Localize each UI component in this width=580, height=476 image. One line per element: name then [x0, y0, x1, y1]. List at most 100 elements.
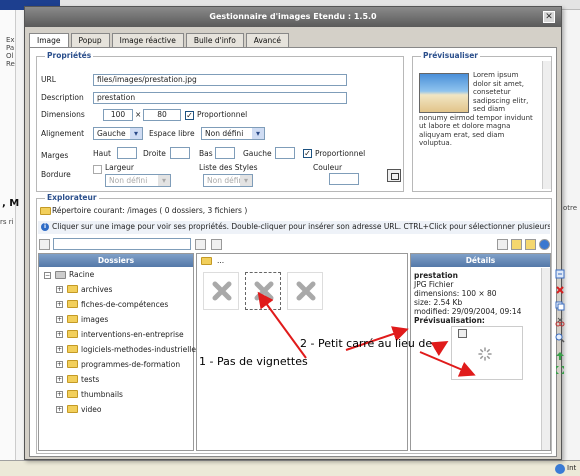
- folder-icon: [67, 345, 78, 353]
- color-input[interactable]: [329, 173, 359, 185]
- cut-icon[interactable]: [555, 317, 565, 327]
- upload-icon[interactable]: [525, 239, 536, 250]
- color-picker-button[interactable]: [387, 169, 401, 182]
- margin-top-input[interactable]: [117, 147, 137, 159]
- broken-image-icon: [212, 281, 232, 301]
- proportional-label: Proportionnel: [197, 110, 248, 119]
- files-panel: ...: [196, 253, 408, 451]
- tree-folder-item[interactable]: interventions-en-entreprise: [81, 329, 184, 340]
- dimensions-label: Dimensions: [41, 110, 85, 119]
- dialog-title: Gestionnaire d'images Etendu : 1.5.0: [25, 7, 561, 27]
- parent-folder-icon[interactable]: [201, 257, 212, 265]
- tree-folder-item[interactable]: tests: [81, 374, 99, 385]
- border-checkbox[interactable]: [93, 165, 102, 174]
- help-icon[interactable]: [539, 239, 550, 250]
- thumbnail-2[interactable]: [245, 272, 281, 310]
- description-input[interactable]: prestation: [93, 92, 347, 104]
- folder-icon: [67, 390, 78, 398]
- border-width-select[interactable]: Non défini: [105, 174, 171, 187]
- folder-icon: [40, 207, 51, 215]
- new-folder-icon[interactable]: [511, 239, 522, 250]
- tab-bar: Image Popup Image réactive Bulle d'info …: [29, 33, 291, 48]
- preview-text-line: aliquyam erat, sed diam: [419, 130, 505, 139]
- tab-advanced[interactable]: Avancé: [245, 33, 289, 47]
- margin-left-input[interactable]: [275, 147, 295, 159]
- background-text: otre: [563, 204, 578, 212]
- tree-folder-item[interactable]: logiciels-methodes-industrielle: [81, 344, 196, 355]
- spacing-label: Espace libre: [149, 129, 195, 138]
- tree-folder-item[interactable]: programmes-de-formation: [81, 359, 180, 370]
- margin-right-input[interactable]: [170, 147, 190, 159]
- refresh-icon[interactable]: [195, 239, 206, 250]
- properties-legend: Propriétés: [45, 51, 94, 60]
- expand-icon[interactable]: +: [56, 346, 63, 353]
- resize-icon[interactable]: [555, 365, 565, 375]
- expand-icon[interactable]: +: [56, 391, 63, 398]
- spacing-select[interactable]: Non défini: [201, 127, 265, 140]
- expand-icon[interactable]: +: [56, 376, 63, 383]
- thumbnail-1[interactable]: [203, 272, 239, 310]
- width-input[interactable]: 100: [103, 109, 133, 121]
- url-input[interactable]: files/images/prestation.jpg: [93, 74, 347, 86]
- tree-folder-item[interactable]: fiches-de-compétences: [81, 299, 168, 310]
- detail-preview-label: Prévisualisation:: [414, 316, 485, 325]
- lock-icon[interactable]: [39, 239, 50, 250]
- margin-bottom-input[interactable]: [215, 147, 235, 159]
- explorer-section: Explorateur Répertoire courant: /images …: [36, 193, 565, 454]
- upload-arrow-icon[interactable]: [555, 351, 565, 361]
- insert-icon[interactable]: [555, 269, 565, 279]
- background-text: rs ri: [0, 218, 14, 226]
- preview-section: Prévisualiser Lorem ipsum dolor sit amet…: [412, 51, 552, 192]
- broken-image-icon: [296, 281, 316, 301]
- close-button[interactable]: ✕: [543, 11, 555, 23]
- preview-text-line: dolor sit amet,: [473, 79, 525, 88]
- tab-tooltip[interactable]: Bulle d'info: [185, 33, 244, 47]
- tree-folder-item[interactable]: video: [81, 404, 102, 415]
- proportional-checkbox[interactable]: ✓: [185, 111, 194, 120]
- path-input[interactable]: [53, 238, 191, 250]
- alignment-label: Alignement: [41, 129, 85, 138]
- description-label: Description: [41, 93, 84, 102]
- broken-image-icon: [254, 281, 274, 301]
- expand-icon[interactable]: +: [56, 361, 63, 368]
- expand-icon[interactable]: +: [56, 286, 63, 293]
- background-heading: , M: [2, 198, 20, 209]
- expand-icon[interactable]: +: [56, 316, 63, 323]
- view-mode-icon[interactable]: [497, 239, 508, 250]
- tab-image[interactable]: Image: [29, 33, 69, 48]
- detail-type: JPG Fichier: [414, 280, 454, 289]
- parent-folder-link[interactable]: ...: [217, 255, 224, 266]
- preview-text-line: sadipscing elitr,: [473, 96, 529, 105]
- loading-spinner-icon: [478, 347, 492, 361]
- explorer-legend: Explorateur: [45, 193, 99, 202]
- background-text: Ol: [6, 52, 14, 60]
- folder-icon: [67, 405, 78, 413]
- tree-folder-item[interactable]: images: [81, 314, 108, 325]
- styles-select[interactable]: Non défini: [203, 174, 253, 187]
- details-scrollbar[interactable]: [541, 268, 550, 450]
- expand-icon[interactable]: +: [56, 331, 63, 338]
- preview-scrollbar[interactable]: [542, 61, 551, 189]
- expand-icon[interactable]: +: [56, 406, 63, 413]
- delete-icon[interactable]: [555, 285, 565, 295]
- color-label: Couleur: [313, 163, 343, 172]
- current-directory-text: Répertoire courant: /images ( 0 dossiers…: [52, 206, 248, 215]
- thumbnail-3[interactable]: [287, 272, 323, 310]
- tree-folder-item[interactable]: thumbnails: [81, 389, 123, 400]
- alignment-select[interactable]: Gauche: [93, 127, 143, 140]
- margins-proportional-checkbox[interactable]: ✓: [303, 149, 312, 158]
- copy-icon[interactable]: [555, 301, 565, 311]
- zoom-icon[interactable]: [555, 333, 565, 343]
- details-panel: Détails prestation JPG Fichier dimension…: [410, 253, 551, 451]
- margins-proportional-label: Proportionnel: [315, 149, 366, 158]
- tab-popup[interactable]: Popup: [70, 33, 110, 47]
- collapse-icon[interactable]: −: [44, 272, 51, 279]
- expand-icon[interactable]: +: [56, 301, 63, 308]
- status-zone-label: Int: [567, 464, 577, 472]
- reload-icon[interactable]: [211, 239, 222, 250]
- tree-folder-item[interactable]: archives: [81, 284, 112, 295]
- height-input[interactable]: 80: [143, 109, 181, 121]
- tab-image-map[interactable]: Image réactive: [111, 33, 184, 47]
- tree-root[interactable]: Racine: [69, 269, 94, 280]
- margin-right-label: Droite: [143, 149, 166, 158]
